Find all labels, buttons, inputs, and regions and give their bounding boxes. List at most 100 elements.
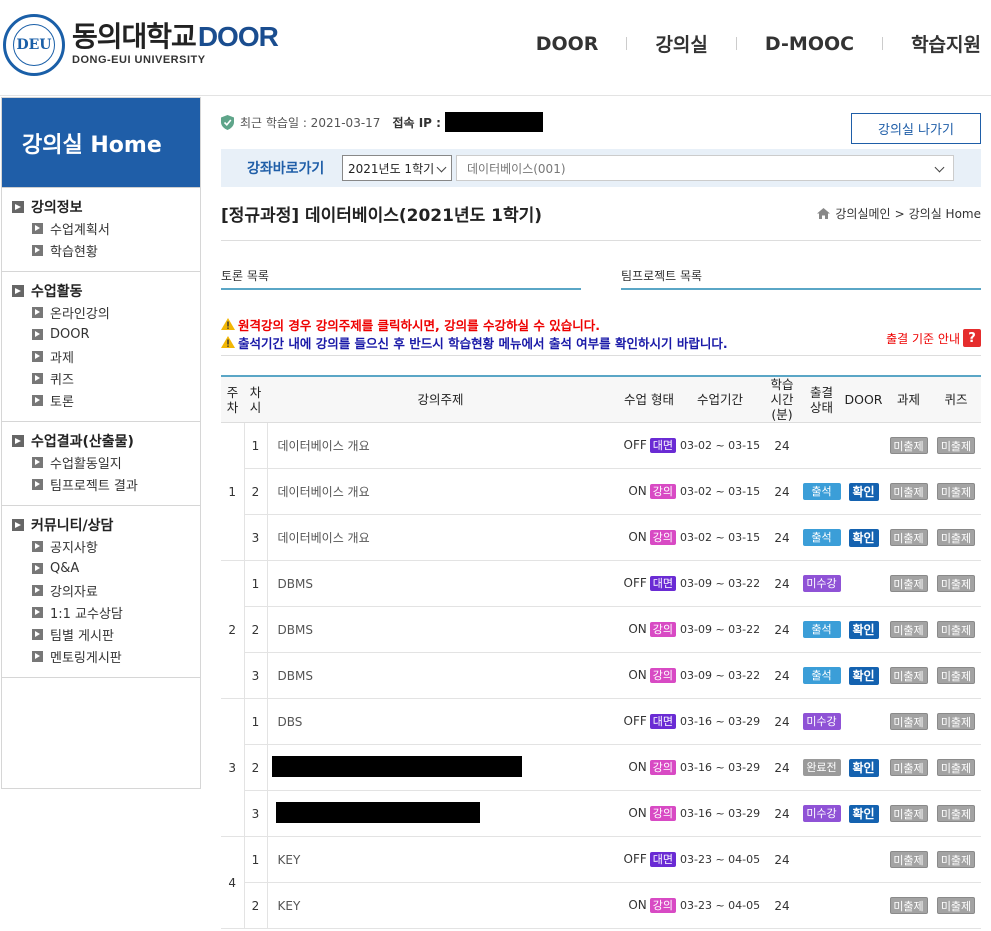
quiz-status-button[interactable]: 미출제 — [937, 759, 975, 776]
assignment-status-button[interactable]: 미출제 — [889, 529, 928, 546]
door-cell: 확인 — [841, 744, 886, 791]
assignment-status-button[interactable]: 미출제 — [889, 667, 928, 684]
assignment-status-button[interactable]: 미출제 — [889, 897, 928, 914]
sidebar-item-online-lecture[interactable]: 온라인강의 — [12, 301, 200, 323]
study-time: 24 — [762, 468, 802, 515]
lecture-topic-link[interactable]: KEY — [267, 882, 614, 929]
assignment-status-button[interactable]: 미출제 — [889, 759, 928, 776]
door-confirm-button[interactable]: 확인 — [848, 666, 879, 685]
assignment-status-button[interactable]: 미출제 — [889, 621, 928, 638]
study-time: 24 — [762, 836, 802, 883]
exit-classroom-button[interactable]: 강의실 나가기 — [851, 113, 981, 144]
door-confirm-button[interactable]: 확인 — [848, 758, 879, 777]
attendance-status-badge[interactable]: 미수강 — [802, 575, 841, 592]
attendance-status-badge[interactable]: 출석 — [802, 483, 841, 500]
quiz-status-button[interactable]: 미출제 — [937, 483, 975, 500]
course-select[interactable]: 데이터베이스(001) — [456, 155, 954, 181]
lecture-topic-link[interactable] — [267, 790, 614, 837]
lecture-topic-link[interactable] — [267, 744, 614, 791]
quiz-status-button[interactable]: 미출제 — [937, 437, 975, 454]
redacted-topic — [271, 755, 522, 777]
lecture-topic-link[interactable]: DBMS — [267, 652, 614, 699]
sidebar-item-professor-consult[interactable]: 1:1 교수상담 — [12, 601, 200, 623]
arrow-bullet-icon — [32, 244, 43, 256]
sidebar-item-assignment[interactable]: 과제 — [12, 345, 200, 367]
sidebar-head-class-activity[interactable]: 수업활동 — [12, 281, 200, 301]
sidebar-head-class-results[interactable]: 수업결과(산출물) — [12, 431, 200, 451]
lecture-topic-link[interactable]: DBS — [267, 698, 614, 745]
attendance-status-badge[interactable]: 출석 — [802, 667, 841, 684]
breadcrumb-home[interactable]: 강의실메인 — [835, 205, 890, 222]
sidebar-item-quiz[interactable]: 퀴즈 — [12, 367, 200, 389]
arrow-bullet-icon — [12, 435, 24, 447]
sidebar-item-discussion[interactable]: 토론 — [12, 389, 200, 411]
nav-dmooc[interactable]: D-MOOC — [737, 33, 882, 55]
sidebar-item-mentoring-board[interactable]: 멘토링게시판 — [12, 645, 200, 667]
sidebar-item-lecture-material[interactable]: 강의자료 — [12, 579, 200, 601]
class-period: 03-02 ~ 03-15 — [678, 468, 762, 515]
door-confirm-button[interactable]: 확인 — [848, 528, 879, 547]
quiz-status-button[interactable]: 미출제 — [937, 851, 975, 868]
nav-door[interactable]: DOOR — [508, 33, 627, 55]
attendance-cell — [802, 836, 841, 883]
nav-learning-support[interactable]: 학습지원 — [883, 30, 991, 57]
quiz-status-button[interactable]: 미출제 — [937, 897, 975, 914]
assignment-cell: 미출제 — [886, 514, 931, 561]
university-seal-logo[interactable]: DEU — [3, 14, 65, 76]
assignment-status-button[interactable]: 미출제 — [889, 575, 928, 592]
sidebar-item-team-project-result[interactable]: 팀프로젝트 결과 — [12, 473, 200, 495]
discussion-list-link[interactable]: 토론 목록 — [221, 267, 581, 290]
lecture-topic-link[interactable]: DBMS — [267, 606, 614, 653]
door-confirm-button[interactable]: 확인 — [848, 804, 879, 823]
study-time: 24 — [762, 514, 802, 561]
quiz-status-button[interactable]: 미출제 — [937, 529, 975, 546]
team-project-list-link[interactable]: 팀프로젝트 목록 — [621, 267, 981, 290]
sidebar-item-syllabus[interactable]: 수업계획서 — [12, 217, 200, 239]
mode-badge: 대면 — [649, 438, 676, 453]
arrow-bullet-icon — [32, 478, 43, 490]
lecture-topic-link[interactable]: 데이터베이스 개요 — [267, 514, 614, 561]
attendance-status-badge[interactable]: 완료전 — [802, 759, 841, 776]
sidebar-head-course-info[interactable]: 강의정보 — [12, 197, 200, 217]
quiz-status-button[interactable]: 미출제 — [937, 621, 975, 638]
sidebar-item-door[interactable]: DOOR — [12, 323, 200, 345]
door-confirm-button[interactable]: 확인 — [848, 482, 879, 501]
assignment-status-button[interactable]: 미출제 — [889, 437, 928, 454]
arrow-bullet-icon — [32, 562, 43, 574]
sidebar-item-activity-log[interactable]: 수업활동일지 — [12, 451, 200, 473]
session-number: 2 — [244, 468, 268, 515]
sidebar-item-learning-status[interactable]: 학습현황 — [12, 239, 200, 261]
attendance-cell: 출석 — [802, 606, 841, 653]
breadcrumb: 강의실메인 > 강의실 Home — [817, 205, 981, 222]
attendance-status-badge[interactable]: 미수강 — [802, 713, 841, 730]
term-select[interactable]: 2021년도 1학기 — [342, 155, 452, 181]
lecture-topic-link[interactable]: 데이터베이스 개요 — [267, 422, 614, 469]
quiz-status-button[interactable]: 미출제 — [937, 575, 975, 592]
info-bar: 최근 학습일 : 2021-03-17 접속 IP : — [221, 112, 543, 132]
attendance-status-badge[interactable]: 출석 — [802, 621, 841, 638]
class-mode: ON 강의 — [614, 468, 678, 515]
sidebar-head-community[interactable]: 커뮤니티/상담 — [12, 515, 200, 535]
attendance-guide-link[interactable]: 출결 기준 안내 ? — [886, 329, 981, 347]
lecture-topic-link[interactable]: KEY — [267, 836, 614, 883]
assignment-status-button[interactable]: 미출제 — [889, 483, 928, 500]
quiz-status-button[interactable]: 미출제 — [937, 667, 975, 684]
attendance-status-badge[interactable]: 출석 — [802, 529, 841, 546]
nav-classroom[interactable]: 강의실 — [627, 30, 735, 57]
assignment-status-button[interactable]: 미출제 — [889, 851, 928, 868]
assignment-status-button[interactable]: 미출제 — [889, 805, 928, 822]
sidebar-item-qna[interactable]: Q&A — [12, 557, 200, 579]
assignment-cell: 미출제 — [886, 468, 931, 515]
sidebar-item-notice[interactable]: 공지사항 — [12, 535, 200, 557]
week-number: 1 — [221, 422, 245, 561]
quiz-status-button[interactable]: 미출제 — [937, 713, 975, 730]
door-confirm-button[interactable]: 확인 — [848, 620, 879, 639]
logo-text[interactable]: 동의대학교DOOR DONG-EUI UNIVERSITY — [72, 22, 279, 67]
quiz-status-button[interactable]: 미출제 — [937, 805, 975, 822]
lecture-topic-link[interactable]: 데이터베이스 개요 — [267, 468, 614, 515]
sidebar-title[interactable]: 강의실 Home — [2, 98, 200, 188]
lecture-topic-link[interactable]: DBMS — [267, 560, 614, 607]
attendance-status-badge[interactable]: 미수강 — [802, 805, 841, 822]
sidebar-item-team-board[interactable]: 팀별 게시판 — [12, 623, 200, 645]
assignment-status-button[interactable]: 미출제 — [889, 713, 928, 730]
